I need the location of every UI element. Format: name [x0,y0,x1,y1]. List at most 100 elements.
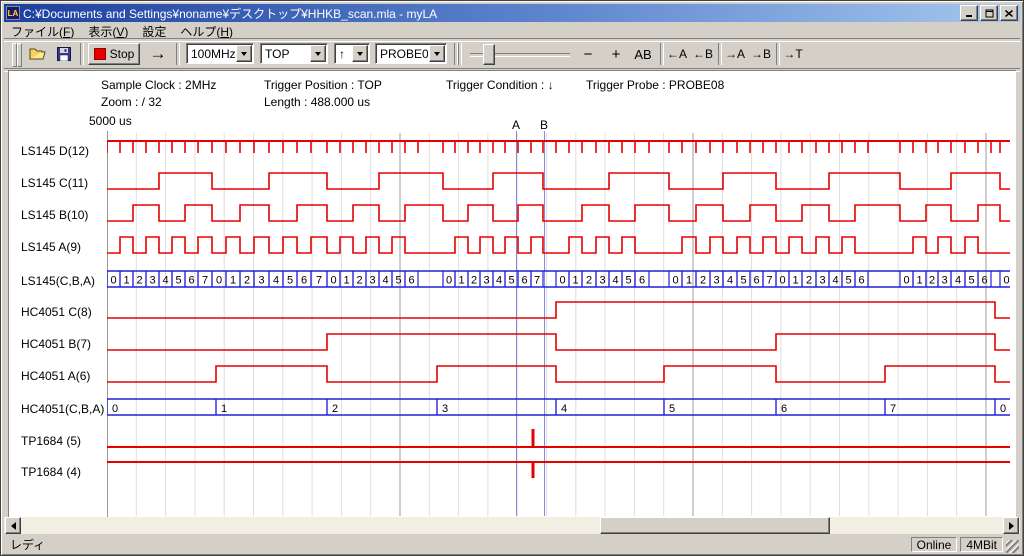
minimize-button[interactable] [960,5,978,21]
svg-text:2: 2 [356,275,362,287]
status-memory: 4MBit [960,537,1003,552]
probe-select[interactable]: PROBE00 [375,43,447,64]
svg-text:5: 5 [175,275,181,287]
svg-text:4: 4 [832,275,838,287]
svg-text:5: 5 [508,275,514,287]
status-ready: レディ [4,536,911,553]
svg-text:3: 3 [149,275,155,287]
scroll-right-button[interactable] [1003,517,1019,534]
svg-text:3: 3 [369,275,375,287]
svg-text:5: 5 [625,275,631,287]
set-marker-b-button[interactable]: →B [748,43,774,65]
clock-select[interactable]: 100MHz [186,43,254,64]
zoom-in-button[interactable]: + [604,43,628,65]
horizontal-scrollbar[interactable] [4,517,1020,534]
svg-text:2: 2 [700,275,706,287]
scroll-right-icon [1009,522,1014,530]
svg-text:1: 1 [123,275,129,287]
svg-text:0: 0 [330,275,336,287]
svg-text:2: 2 [332,403,338,415]
svg-text:4: 4 [727,275,733,287]
zoom-ab-button[interactable]: AB [630,43,656,65]
svg-text:0: 0 [112,403,118,415]
zoom-slider-thumb[interactable] [483,44,495,65]
svg-text:2: 2 [136,275,142,287]
trigger-edge-select[interactable]: ↑ [334,43,370,64]
svg-text:5: 5 [845,275,851,287]
dropdown-arrow-icon[interactable] [236,45,252,62]
svg-text:5: 5 [740,275,746,287]
scroll-left-button[interactable] [5,517,21,534]
svg-text:7: 7 [766,275,772,287]
goto-trigger-button[interactable]: →T [780,43,806,65]
resize-grip[interactable] [1006,540,1019,553]
svg-text:0: 0 [1000,403,1006,415]
zoom-out-button[interactable]: − [576,43,600,65]
minimize-icon [965,9,973,17]
channel-label-9: TP1684 (5) [21,434,81,448]
svg-text:1: 1 [916,275,922,287]
separator [176,43,180,65]
set-marker-a-button[interactable]: →A [722,43,748,65]
status-online: Online [911,537,958,552]
maximize-button[interactable] [980,5,998,21]
svg-text:1: 1 [458,275,464,287]
dropdown-arrow-icon[interactable] [310,45,326,62]
dropdown-arrow-icon[interactable] [429,45,445,62]
wave-channel-10 [107,462,1010,478]
channel-label-3: LS145 A(9) [21,240,81,254]
channel-label-1: LS145 C(11) [21,176,88,190]
marker-a-label: A [512,118,520,132]
wave-channel-6 [107,334,1010,350]
svg-text:7: 7 [202,275,208,287]
goto-marker-a-button[interactable]: ←A [664,43,690,65]
svg-text:5: 5 [287,275,293,287]
title-bar[interactable]: LA C:¥Documents and Settings¥noname¥デスクト… [4,4,1020,22]
waveform-svg: AB01234567012345670123456012345670123456… [107,118,1010,517]
channel-label-7: HC4051 A(6) [21,369,90,383]
svg-text:3: 3 [941,275,947,287]
svg-text:6: 6 [408,275,414,287]
separator [458,43,462,65]
svg-text:3: 3 [819,275,825,287]
run-button[interactable]: → [144,43,172,65]
svg-text:0: 0 [446,275,452,287]
info-trigger-condition: Trigger Condition : ↓ [446,78,554,92]
svg-text:4: 4 [273,275,279,287]
channel-label-6: HC4051 B(7) [21,337,91,351]
svg-text:1: 1 [792,275,798,287]
scroll-left-icon [11,522,16,530]
grid [107,133,986,516]
scrollbar-thumb[interactable] [600,517,830,534]
status-bar: レディ Online 4MBit [4,536,1020,553]
goto-marker-b-button[interactable]: ←B [690,43,716,65]
wave-channel-4: 0123456701234567012345601234567012345601… [107,271,1010,287]
svg-text:1: 1 [230,275,236,287]
svg-text:5: 5 [669,403,675,415]
svg-text:6: 6 [521,275,527,287]
svg-text:1: 1 [572,275,578,287]
svg-text:3: 3 [483,275,489,287]
svg-text:0: 0 [1003,275,1009,287]
wave-channel-7 [107,366,1010,382]
svg-text:2: 2 [929,275,935,287]
svg-text:6: 6 [981,275,987,287]
close-button[interactable] [1000,5,1018,21]
svg-text:7: 7 [534,275,540,287]
svg-text:5: 5 [395,275,401,287]
svg-text:6: 6 [781,403,787,415]
trigger-position-select[interactable]: TOP [260,43,328,64]
svg-text:4: 4 [561,403,567,415]
svg-text:7: 7 [890,403,896,415]
svg-text:4: 4 [382,275,388,287]
svg-text:4: 4 [955,275,961,287]
info-trigger-probe: Trigger Probe : PROBE08 [586,78,724,92]
dropdown-arrow-icon[interactable] [352,45,368,62]
svg-text:0: 0 [216,275,222,287]
svg-text:0: 0 [110,275,116,287]
svg-text:6: 6 [753,275,759,287]
svg-text:1: 1 [343,275,349,287]
svg-text:6: 6 [301,275,307,287]
svg-text:0: 0 [672,275,678,287]
wave-channel-3 [107,237,1010,253]
